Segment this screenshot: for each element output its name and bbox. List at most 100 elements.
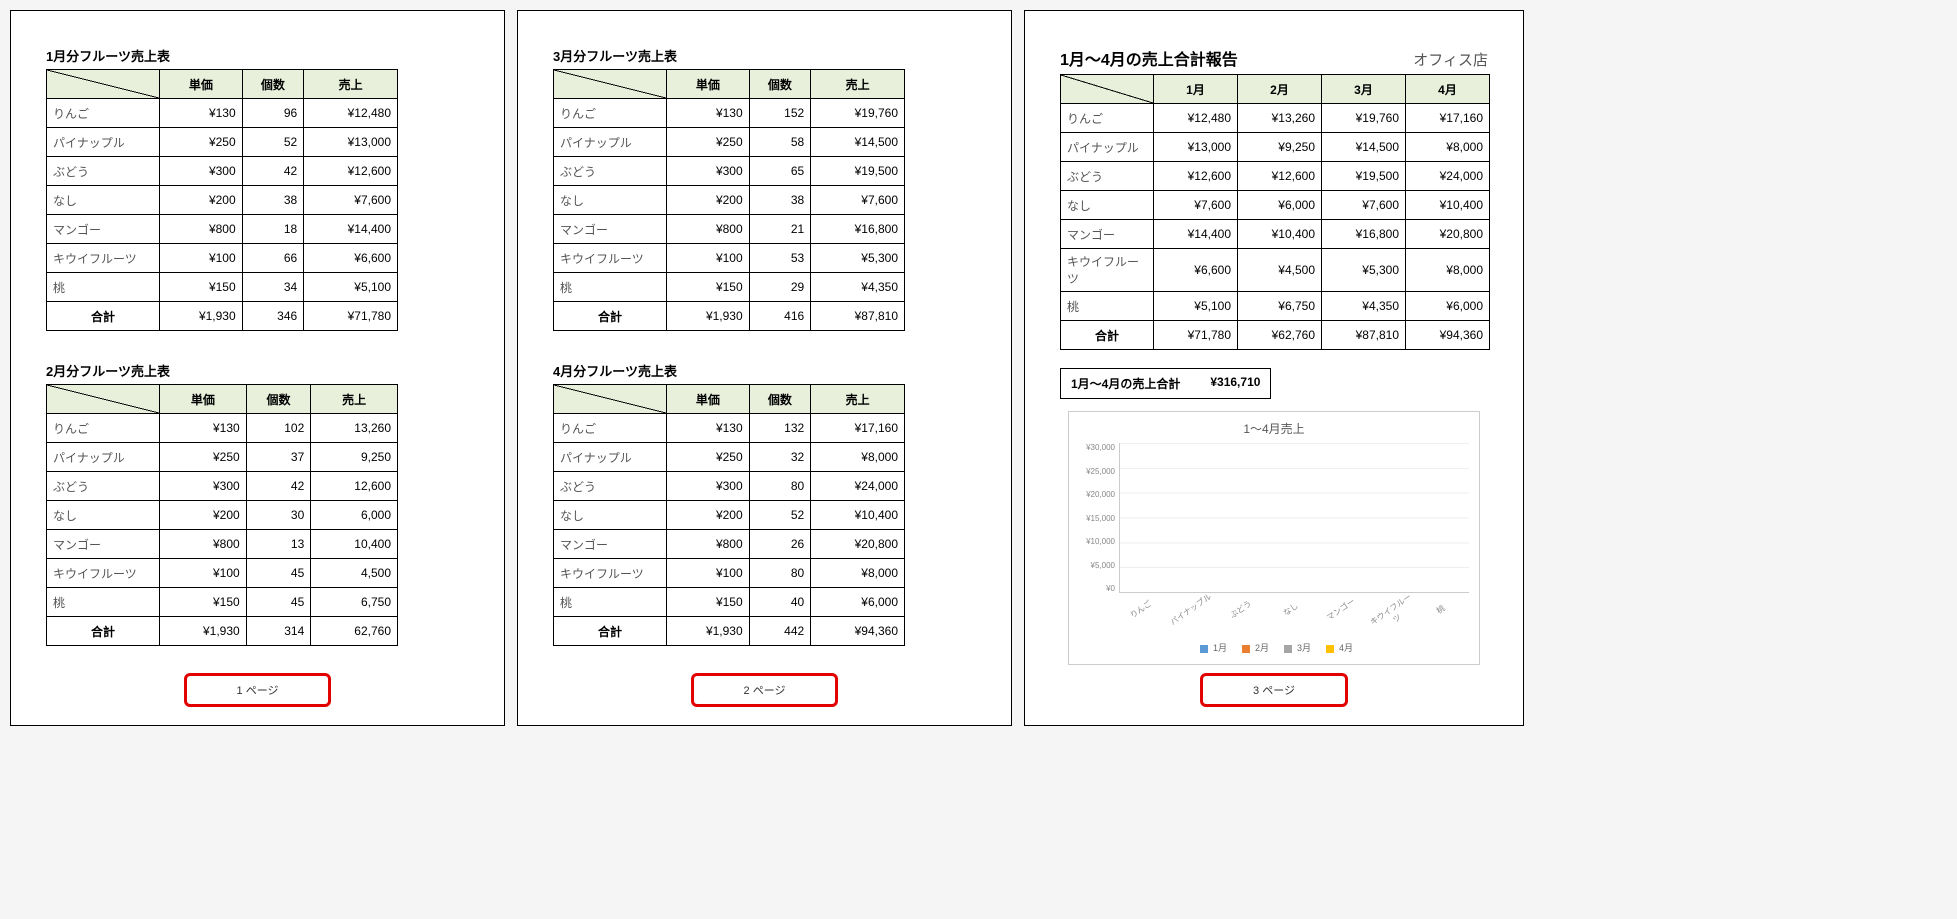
header-month: 4月 [1406, 75, 1490, 104]
table-row: マンゴー ¥800 13 10,400 [47, 530, 398, 559]
table-row: りんご¥12,480¥13,260¥19,760¥17,160 [1061, 104, 1490, 133]
cell-name: キウイフルーツ [47, 559, 160, 588]
ytick: ¥25,000 [1079, 467, 1115, 476]
ytick: ¥5,000 [1079, 561, 1115, 570]
header-blank [554, 70, 667, 99]
page-1: 1月分フルーツ売上表 単価 個数 売上 りんご ¥130 96 ¥12,480 … [10, 10, 505, 726]
cell-qty: 45 [246, 588, 311, 617]
cell-unit: ¥200 [160, 501, 247, 530]
cell-qty: 13 [246, 530, 311, 559]
page-2: 3月分フルーツ売上表 単価 個数 売上 りんご ¥130 152 ¥19,760… [517, 10, 1012, 726]
cell-value: ¥17,160 [1406, 104, 1490, 133]
cell-value: ¥4,350 [1322, 292, 1406, 321]
cell-sales: ¥7,600 [811, 186, 905, 215]
cell-unit: ¥200 [667, 501, 750, 530]
table-row: なし¥7,600¥6,000¥7,600¥10,400 [1061, 191, 1490, 220]
cell-value: ¥10,400 [1238, 220, 1322, 249]
cell-qty: 96 [242, 99, 304, 128]
cell-name: なし [47, 186, 160, 215]
cell-qty: 102 [246, 414, 311, 443]
cell-name: 桃 [47, 273, 160, 302]
cell-value: ¥14,500 [1322, 133, 1406, 162]
cell-value: ¥12,600 [1154, 162, 1238, 191]
table-row: マンゴー ¥800 21 ¥16,800 [554, 215, 905, 244]
chart-legend: 1月2月3月4月 [1079, 641, 1469, 654]
xlabel: ぶどう [1217, 591, 1271, 638]
cell-qty: 80 [749, 472, 811, 501]
cell-value: ¥8,000 [1406, 249, 1490, 292]
cell-sales: ¥7,600 [304, 186, 398, 215]
cell-value: ¥12,480 [1154, 104, 1238, 133]
cell-unit: ¥200 [667, 186, 750, 215]
table-row: りんご ¥130 96 ¥12,480 [47, 99, 398, 128]
xlabel: りんご [1117, 591, 1171, 638]
cell-total-unit: ¥1,930 [667, 302, 750, 331]
cell-qty: 29 [749, 273, 811, 302]
cell-unit: ¥150 [667, 273, 750, 302]
table-row: なし ¥200 38 ¥7,600 [47, 186, 398, 215]
table-total-row: 合計 ¥1,930 314 62,760 [47, 617, 398, 646]
table-title: 3月分フルーツ売上表 [553, 46, 976, 65]
sales-table: 単価 個数 売上 りんご ¥130 132 ¥17,160 パイナップル ¥25… [553, 384, 905, 646]
cell-total-sales: ¥94,360 [811, 617, 905, 646]
table-row: 桃 ¥150 34 ¥5,100 [47, 273, 398, 302]
legend-item: 1月 [1195, 643, 1227, 653]
cell-name: キウイフルーツ [47, 244, 160, 273]
cell-sales: ¥5,300 [811, 244, 905, 273]
cell-total-value: ¥62,760 [1238, 321, 1322, 350]
header-unit: 単価 [160, 385, 247, 414]
cell-total-qty: 442 [749, 617, 811, 646]
cell-qty: 32 [749, 443, 811, 472]
cell-sales: ¥24,000 [811, 472, 905, 501]
xlabel: 桃 [1417, 591, 1471, 638]
legend-swatch [1200, 645, 1208, 653]
cell-unit: ¥200 [160, 186, 243, 215]
cell-sales: 4,500 [311, 559, 398, 588]
cell-name: パイナップル [47, 128, 160, 157]
cell-qty: 52 [242, 128, 304, 157]
table-row: なし ¥200 52 ¥10,400 [554, 501, 905, 530]
cell-sales: ¥12,480 [304, 99, 398, 128]
chart-xaxis: りんごパイナップルぶどうなしマンゴーキウイフルーツ桃 [1079, 593, 1469, 625]
cell-name: 桃 [554, 273, 667, 302]
cell-total-value: ¥71,780 [1154, 321, 1238, 350]
cell-sales: ¥17,160 [811, 414, 905, 443]
table-row: キウイフルーツ¥6,600¥4,500¥5,300¥8,000 [1061, 249, 1490, 292]
cell-sales: ¥14,400 [304, 215, 398, 244]
header-blank [47, 70, 160, 99]
cell-unit: ¥800 [160, 530, 247, 559]
header-month: 1月 [1154, 75, 1238, 104]
cell-total-qty: 346 [242, 302, 304, 331]
table-row: ぶどう ¥300 65 ¥19,500 [554, 157, 905, 186]
cell-unit: ¥130 [667, 99, 750, 128]
page-number-2: 2 ページ [691, 673, 839, 707]
table-row: マンゴー¥14,400¥10,400¥16,800¥20,800 [1061, 220, 1490, 249]
cell-name: キウイフルーツ [554, 559, 667, 588]
page1-tableA: 1月分フルーツ売上表 単価 個数 売上 りんご ¥130 96 ¥12,480 … [46, 46, 469, 331]
header-blank [47, 385, 160, 414]
header-sales: 売上 [811, 70, 905, 99]
cell-qty: 58 [749, 128, 811, 157]
chart-grid [1119, 443, 1469, 593]
cell-sales: ¥19,500 [811, 157, 905, 186]
table-total-row: 合計 ¥1,930 416 ¥87,810 [554, 302, 905, 331]
chart-yaxis: ¥0¥5,000¥10,000¥15,000¥20,000¥25,000¥30,… [1079, 443, 1119, 593]
table-row: ぶどう ¥300 42 12,600 [47, 472, 398, 501]
page2-tableB: 4月分フルーツ売上表 単価 個数 売上 りんご ¥130 132 ¥17,160… [553, 361, 976, 646]
cell-total-label: 合計 [554, 617, 667, 646]
cell-value: ¥7,600 [1322, 191, 1406, 220]
cell-value: ¥14,400 [1154, 220, 1238, 249]
summary-store: オフィス店 [1413, 49, 1488, 70]
header-month: 2月 [1238, 75, 1322, 104]
cell-unit: ¥130 [667, 414, 750, 443]
cell-qty: 42 [246, 472, 311, 501]
cell-value: ¥20,800 [1406, 220, 1490, 249]
table-row: りんご ¥130 132 ¥17,160 [554, 414, 905, 443]
cell-unit: ¥130 [160, 414, 247, 443]
cell-name: なし [554, 186, 667, 215]
cell-unit: ¥250 [160, 128, 243, 157]
header-qty: 個数 [749, 70, 811, 99]
cell-name: マンゴー [47, 215, 160, 244]
table-title: 2月分フルーツ売上表 [46, 361, 469, 380]
cell-unit: ¥150 [160, 273, 243, 302]
